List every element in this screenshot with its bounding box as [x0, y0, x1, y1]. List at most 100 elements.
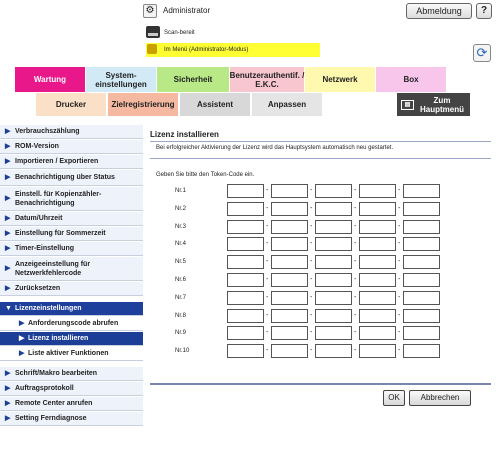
- token-input[interactable]: [315, 273, 352, 287]
- tab-drucker[interactable]: Drucker: [36, 93, 106, 116]
- token-input[interactable]: [271, 326, 308, 341]
- token-input[interactable]: [403, 184, 440, 198]
- sidebar-item-daylight-saving[interactable]: ▶ Einstellung für Sommerzeit: [0, 227, 143, 241]
- token-input[interactable]: [271, 184, 308, 198]
- tab-home[interactable]: ▤ Zum Hauptmenü: [397, 93, 470, 116]
- token-row: Nr.8 - - - -: [175, 308, 475, 325]
- tab-netzwerk[interactable]: Netzwerk: [305, 67, 375, 92]
- token-input[interactable]: [315, 308, 352, 323]
- arrow-icon: ▶: [5, 230, 11, 237]
- tab-box[interactable]: Box: [376, 67, 446, 92]
- ok-button[interactable]: OK: [383, 390, 405, 406]
- token-input[interactable]: [403, 308, 440, 323]
- sidebar-item-install-license[interactable]: ▶ Lizenz installieren: [0, 332, 143, 346]
- tab-assistent[interactable]: Assistent: [180, 93, 250, 116]
- token-input[interactable]: [403, 219, 440, 234]
- tab-sicherheit[interactable]: Sicherheit: [157, 67, 229, 92]
- token-input[interactable]: [271, 219, 308, 234]
- token-input[interactable]: [271, 255, 308, 270]
- token-input[interactable]: [403, 237, 440, 252]
- token-input[interactable]: [359, 273, 396, 287]
- tab-zielregistrierung[interactable]: Zielregistrierung: [108, 93, 178, 116]
- token-input[interactable]: [315, 201, 352, 216]
- token-input[interactable]: [359, 237, 396, 252]
- token-input[interactable]: [359, 326, 396, 341]
- token-input[interactable]: [359, 219, 396, 234]
- token-input[interactable]: [271, 344, 308, 359]
- sidebar-item-verbrauchszaehlung[interactable]: ▶ Verbrauchszählung: [0, 125, 143, 139]
- token-input[interactable]: [271, 237, 308, 252]
- help-button[interactable]: ?: [476, 3, 492, 19]
- token-input[interactable]: [315, 184, 352, 198]
- token-input[interactable]: [359, 290, 396, 305]
- token-input[interactable]: [403, 290, 440, 305]
- logout-button[interactable]: Abmeldung: [406, 3, 472, 19]
- token-input[interactable]: [315, 290, 352, 305]
- token-separator: -: [398, 311, 401, 319]
- token-input[interactable]: [315, 326, 352, 341]
- token-input[interactable]: [403, 201, 440, 216]
- token-input[interactable]: [403, 255, 440, 270]
- token-input[interactable]: [227, 184, 264, 198]
- admin-user-icon: ⚙: [143, 4, 157, 18]
- sidebar-item-status-notification[interactable]: ▶ Benachrichtigung über Status: [0, 170, 143, 186]
- tab-wartung[interactable]: Wartung: [15, 67, 85, 92]
- sidebar-item-request-code[interactable]: ▶ Anforderungscode abrufen: [0, 317, 143, 331]
- token-separator: -: [266, 293, 269, 301]
- token-input[interactable]: [227, 308, 264, 323]
- token-input[interactable]: [271, 273, 308, 287]
- sidebar-item-active-functions[interactable]: ▶ Liste aktiver Funktionen: [0, 347, 143, 361]
- token-input[interactable]: [315, 344, 352, 359]
- token-input[interactable]: [227, 326, 264, 341]
- token-input[interactable]: [315, 237, 352, 252]
- token-input[interactable]: [315, 219, 352, 234]
- token-input[interactable]: [359, 308, 396, 323]
- tab-benutzerauthentif[interactable]: Benutzerauthentif. / E.K.C.: [230, 67, 304, 92]
- token-separator: -: [354, 240, 357, 248]
- sidebar-item-network-error-code[interactable]: ▶ Anzeigeeinstellung für Netzwerkfehlerco…: [0, 257, 143, 281]
- token-input[interactable]: [227, 290, 264, 305]
- token-input[interactable]: [359, 255, 396, 270]
- token-input[interactable]: [403, 344, 440, 359]
- scan-status: Scan-bereit: [164, 30, 195, 36]
- token-input[interactable]: [227, 237, 264, 252]
- sidebar-item-date-time[interactable]: ▶ Datum/Uhrzeit: [0, 212, 143, 226]
- token-input[interactable]: [227, 201, 264, 216]
- token-input[interactable]: [227, 255, 264, 270]
- token-input[interactable]: [271, 308, 308, 323]
- token-row: Nr.10 - - - -: [175, 344, 475, 360]
- sidebar-item-timer[interactable]: ▶ Timer-Einstellung: [0, 242, 143, 256]
- token-input[interactable]: [227, 219, 264, 234]
- title-divider: [150, 141, 491, 142]
- arrow-icon: ▶: [5, 215, 11, 222]
- cancel-button[interactable]: Abbrechen: [409, 390, 471, 406]
- sidebar-item-reset[interactable]: ▶ Zurücksetzen: [0, 282, 143, 296]
- sidebar-item-import-export[interactable]: ▶ Importieren / Exportieren: [0, 155, 143, 169]
- tab-anpassen[interactable]: Anpassen: [252, 93, 322, 116]
- sidebar-item-rom-version[interactable]: ▶ ROM-Version: [0, 140, 143, 154]
- sidebar-item-remote-diagnosis[interactable]: ▶ Setting Ferndiagnose: [0, 412, 143, 426]
- sidebar-item-license-settings[interactable]: ▼ Lizenzeinstellungen: [0, 302, 143, 316]
- sidebar-item-remote-center[interactable]: ▶ Remote Center anrufen: [0, 397, 143, 411]
- token-input[interactable]: [227, 273, 264, 287]
- arrow-icon: ▶: [5, 158, 11, 165]
- token-input[interactable]: [271, 290, 308, 305]
- token-input[interactable]: [403, 273, 440, 287]
- token-input[interactable]: [359, 201, 396, 216]
- sidebar-item-counter-notification[interactable]: ▶ Einstell. für Kopienzähler- Benachricht…: [0, 187, 143, 211]
- sidebar-item-job-log[interactable]: ▶ Auftragsprotokoll: [0, 382, 143, 396]
- token-input[interactable]: [359, 184, 396, 198]
- token-separator: -: [398, 222, 401, 230]
- token-input[interactable]: [403, 326, 440, 341]
- token-input[interactable]: [315, 255, 352, 270]
- token-separator: -: [266, 276, 269, 283]
- tab-systemeinstellungen[interactable]: System- einstellungen: [86, 67, 156, 92]
- refresh-icon[interactable]: ⟳: [473, 44, 491, 62]
- token-row-label: Nr.7: [175, 294, 187, 301]
- arrow-icon: ▶: [5, 415, 11, 422]
- token-input[interactable]: [271, 201, 308, 216]
- sidebar-item-font-macro[interactable]: ▶ Schrift/Makro bearbeiten: [0, 367, 143, 381]
- arrow-icon: ▶: [5, 385, 11, 392]
- token-input[interactable]: [359, 344, 396, 359]
- token-input[interactable]: [227, 344, 264, 359]
